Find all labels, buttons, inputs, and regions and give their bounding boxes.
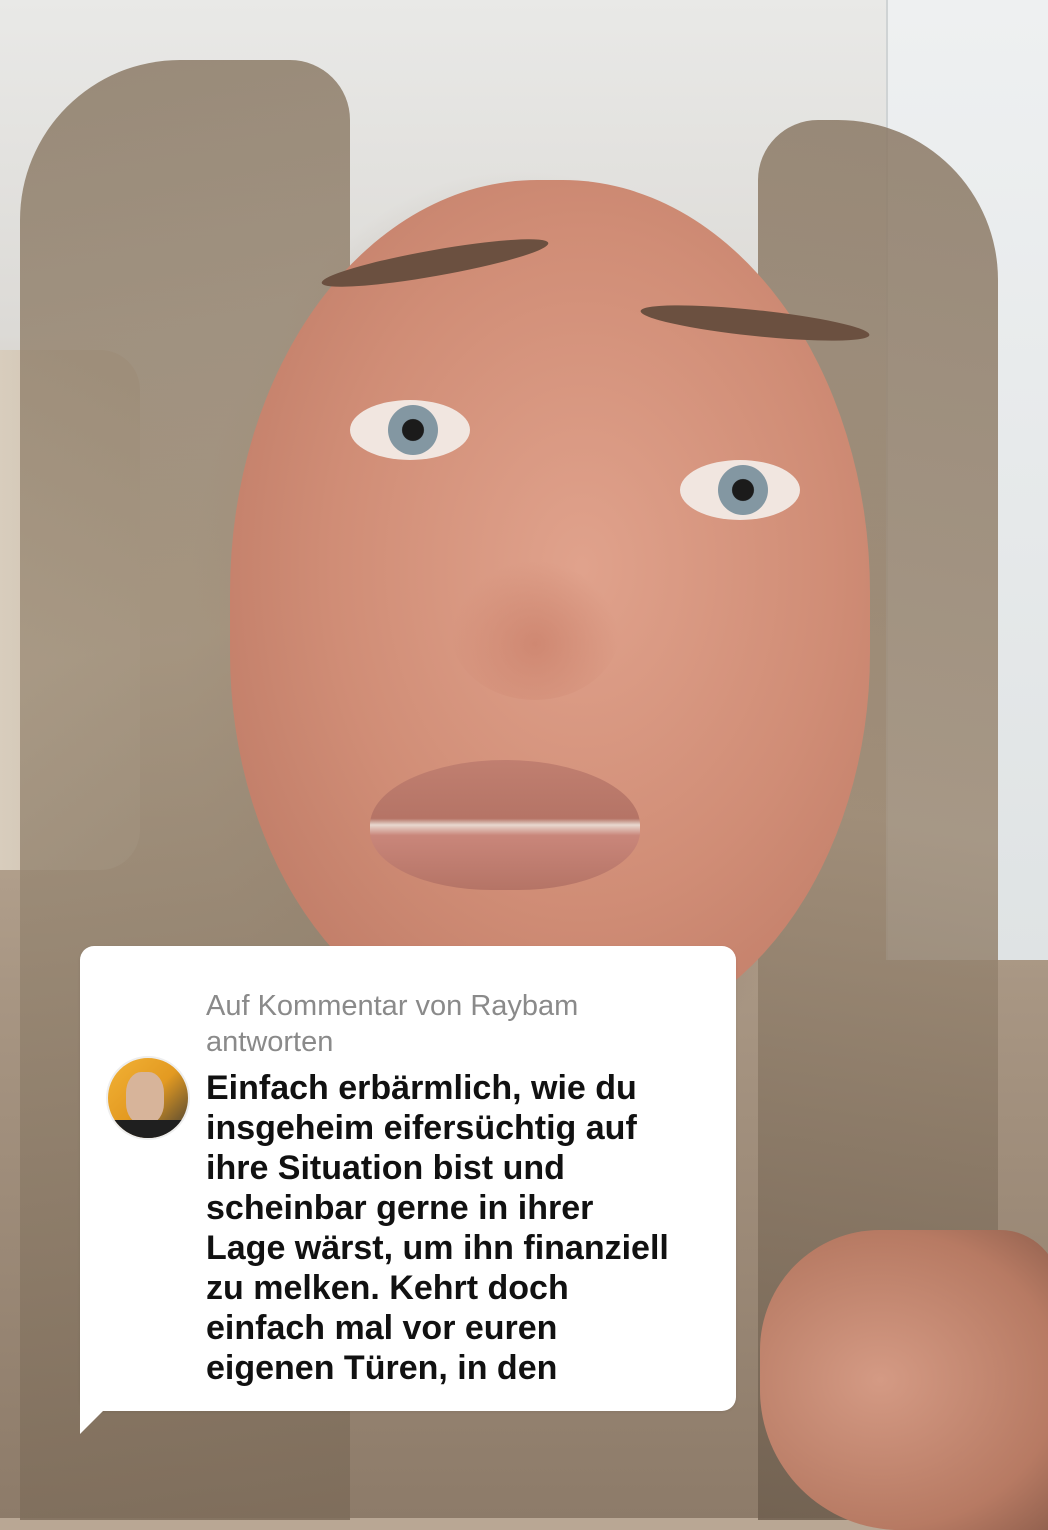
fist — [760, 1230, 1048, 1530]
avatar-band — [108, 1120, 188, 1138]
left-iris — [388, 405, 438, 455]
lips — [370, 760, 640, 890]
right-eye — [680, 460, 800, 520]
right-iris — [718, 465, 768, 515]
left-eye — [350, 400, 470, 460]
comment-reply-sticker[interactable]: Auf Kommentar von Raybam antworten Einfa… — [80, 946, 736, 1411]
avatar-face — [126, 1072, 164, 1124]
reply-header: Auf Kommentar von Raybam antworten — [206, 990, 579, 1058]
nose — [450, 560, 620, 700]
reply-sticker-tail — [80, 1390, 124, 1434]
comment-text: Einfach erbärmlich, wie du insgeheim eif… — [206, 1069, 669, 1387]
commenter-avatar[interactable] — [106, 1056, 190, 1140]
